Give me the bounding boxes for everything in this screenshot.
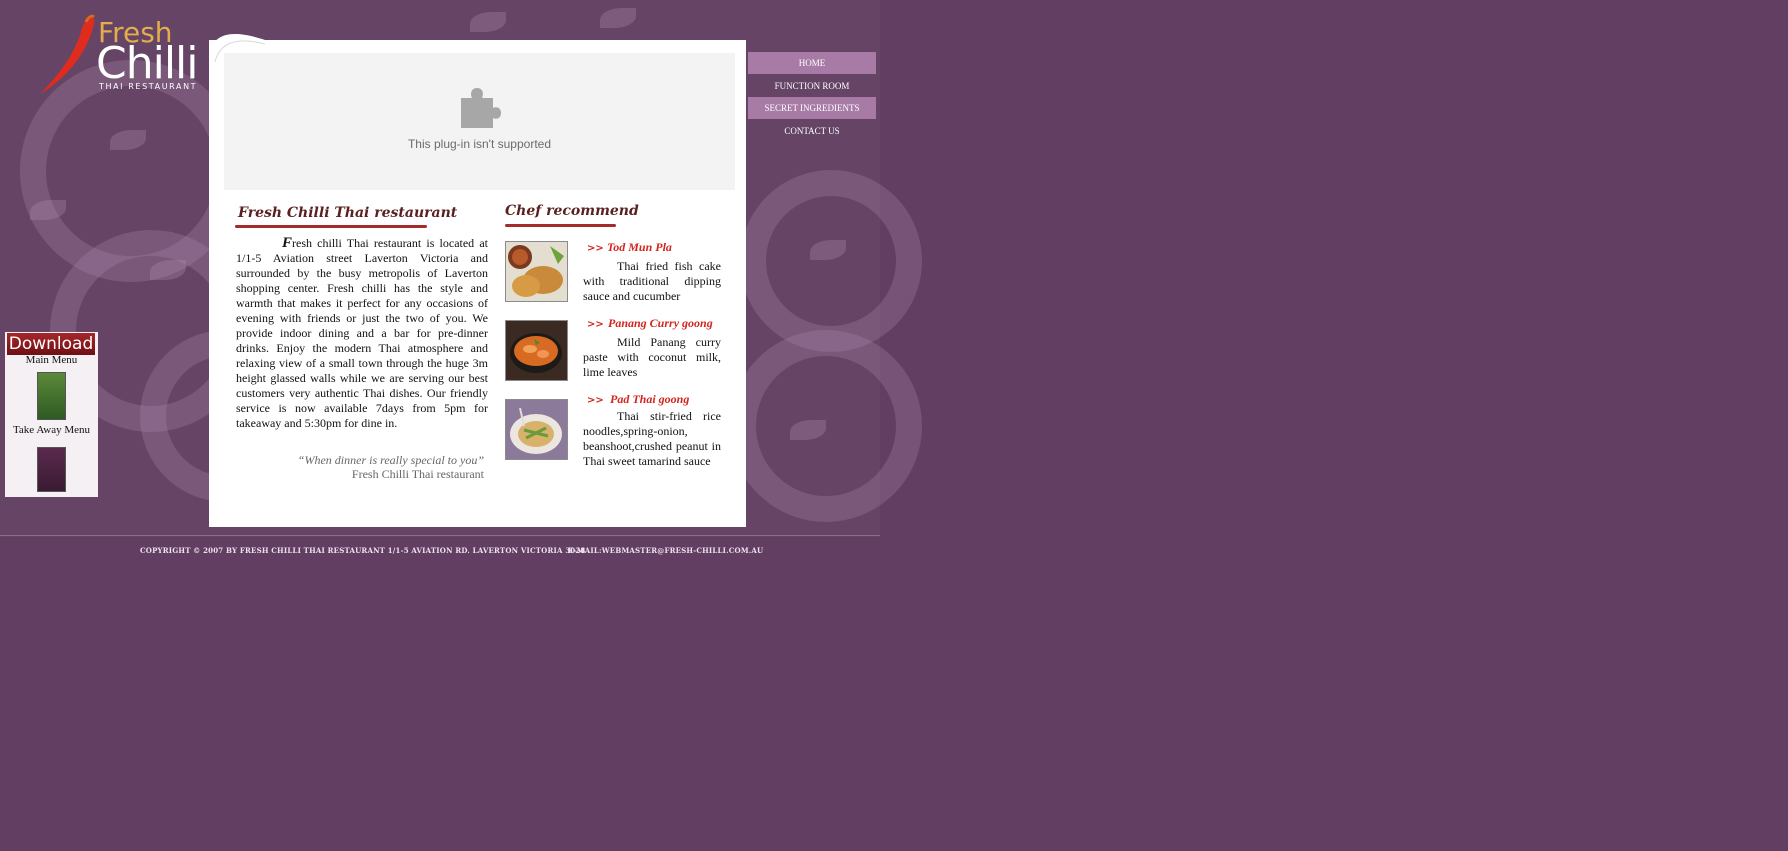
dish-description: Thai stir-fried rice noodles,spring-onio…	[583, 409, 721, 469]
leaf-decoration	[600, 8, 636, 28]
download-box: Download Main Menu Take Away Menu	[5, 332, 98, 497]
intro-paragraph: Fresh chilli Thai restaurant is located …	[236, 236, 488, 431]
dish-name-tod-mun-pla: Tod Mun Pla	[607, 240, 672, 254]
intro-signature: Fresh Chilli Thai restaurant	[351, 467, 484, 481]
logo-subtitle: THAI RESTAURANT	[99, 82, 198, 91]
intro-dropcap: F	[282, 235, 293, 251]
download-takeaway-menu-link[interactable]: Take Away Menu	[5, 424, 98, 436]
nav-contact-us[interactable]: CONTACT US	[748, 120, 876, 142]
dish-description-text: Mild Panang curry paste with coconut mil…	[583, 335, 721, 379]
footer-divider	[0, 535, 880, 536]
intro-body-text: resh chilli Thai restaurant is located a…	[236, 236, 488, 430]
dish-arrow: >>	[587, 243, 604, 254]
dish-arrow: >>	[587, 319, 604, 330]
dish-name-pad-thai-goong: Pad Thai goong	[610, 392, 690, 406]
nav-secret-ingredients[interactable]: SECRET INGREDIENTS	[748, 97, 876, 120]
swirl-decoration	[740, 170, 922, 352]
dish-image-tod-mun-pla[interactable]	[505, 241, 568, 302]
download-main-menu-link[interactable]: Main Menu	[5, 354, 98, 366]
dish-image-pad-thai[interactable]	[505, 399, 568, 460]
pad-thai-photo	[506, 400, 567, 459]
dish-description-text: Thai stir-fried rice noodles,spring-onio…	[583, 409, 721, 468]
dish-arrow: >>	[587, 395, 604, 406]
chili-pepper-icon	[40, 14, 96, 95]
nav-function-room[interactable]: FUNCTION ROOM	[748, 75, 876, 97]
takeaway-menu-thumbnail[interactable]	[37, 447, 66, 492]
intro-heading: Fresh Chilli Thai restaurant	[238, 205, 458, 221]
curry-photo	[506, 321, 567, 380]
chef-heading: Chef recommend	[505, 203, 639, 219]
plugin-unsupported-message: This plug-in isn't supported	[407, 137, 552, 151]
leaf-decoration	[470, 12, 506, 32]
plugin-placeholder[interactable]: This plug-in isn't supported	[224, 53, 735, 190]
main-menu-thumbnail[interactable]	[37, 372, 66, 420]
dish-description: Mild Panang curry paste with coconut mil…	[583, 335, 721, 380]
swirl-decoration	[730, 330, 922, 522]
fish-cake-photo	[506, 242, 567, 301]
dish-image-panang-curry[interactable]	[505, 320, 568, 381]
footer-email-link[interactable]: E-MAIL:WEBMASTER@FRESH-CHILLI.COM.AU	[568, 546, 763, 555]
restaurant-logo[interactable]: Fresh Chilli THAI RESTAURANT	[36, 14, 206, 96]
intro-heading-underline	[235, 225, 427, 228]
download-title: Download	[7, 333, 95, 355]
main-navigation: HOME FUNCTION ROOM SECRET INGREDIENTS CO…	[748, 52, 876, 142]
dish-description: Thai fried fish cake with traditional di…	[583, 259, 721, 304]
chef-heading-underline	[505, 224, 616, 227]
dish-name-panang-curry-goong: Panang Curry goong	[608, 316, 713, 330]
nav-home[interactable]: HOME	[748, 52, 876, 74]
footer-copyright: COPYRIGHT © 2007 BY FRESH CHILLI THAI RE…	[140, 546, 586, 555]
dish-description-text: Thai fried fish cake with traditional di…	[583, 259, 721, 303]
intro-quote: “When dinner is really special to you”	[297, 453, 484, 467]
puzzle-piece-icon	[461, 88, 501, 128]
